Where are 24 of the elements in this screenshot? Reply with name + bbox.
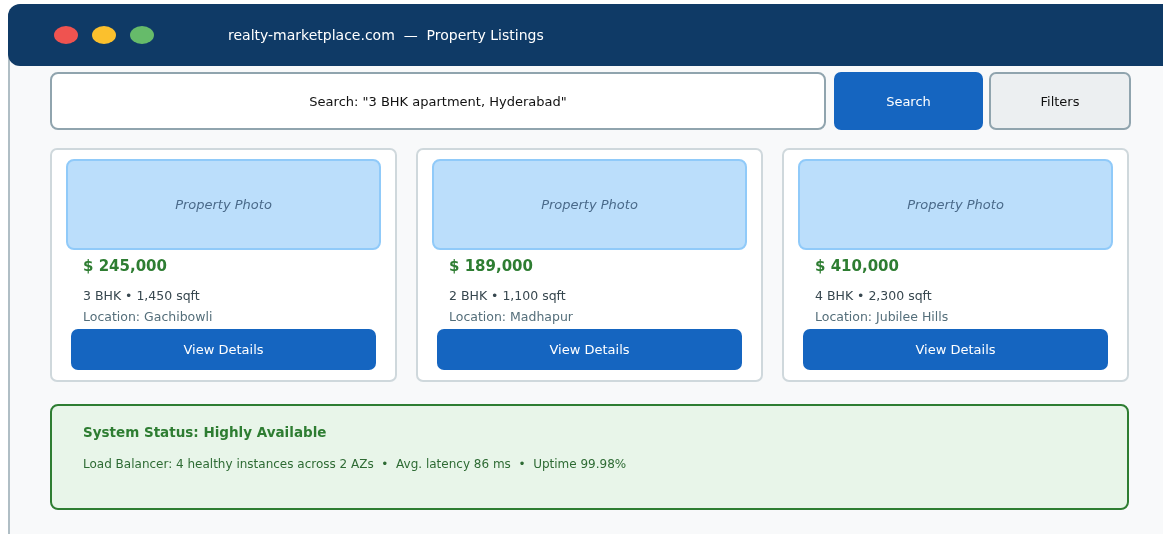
- window-control-dot[interactable]: [130, 26, 154, 44]
- listing-price: $ 245,000: [83, 257, 168, 275]
- window-control-dot[interactable]: [54, 26, 78, 44]
- listing-location: Location: Jubilee Hills: [815, 309, 950, 324]
- view-details-button[interactable]: View Details: [803, 329, 1108, 370]
- window-control-dot[interactable]: [92, 26, 116, 44]
- listing-price: $ 189,000: [449, 257, 534, 275]
- listing-specs: 3 BHK • 1,450 sqft: [83, 288, 201, 303]
- status-detail: Load Balancer: 4 healthy instances across 2 AZs • Avg. latency 86 ms • Uptime 99.98%: [83, 457, 628, 471]
- listing-specs: 4 BHK • 2,300 sqft: [815, 288, 933, 303]
- listing-specs: 2 BHK • 1,100 sqft: [449, 288, 567, 303]
- listing-price: $ 410,000: [815, 257, 900, 275]
- listing-location: Location: Gachibowli: [83, 309, 214, 324]
- search-field[interactable]: Search: "3 BHK apartment, Hyderabad": [50, 72, 826, 130]
- listing-location: Location: Madhapur: [449, 309, 574, 324]
- view-details-button[interactable]: View Details: [437, 329, 742, 370]
- window-title: realty-marketplace.com — Property Listings: [228, 27, 544, 43]
- view-details-button[interactable]: View Details: [71, 329, 376, 370]
- photo-caption: Property Photo: [541, 197, 638, 212]
- photo-caption: Property Photo: [175, 197, 272, 212]
- status-title: System Status: Highly Available: [83, 424, 328, 440]
- filters-button[interactable]: Filters: [989, 72, 1131, 130]
- photo-caption: Property Photo: [907, 197, 1004, 212]
- search-button[interactable]: Search: [834, 72, 983, 130]
